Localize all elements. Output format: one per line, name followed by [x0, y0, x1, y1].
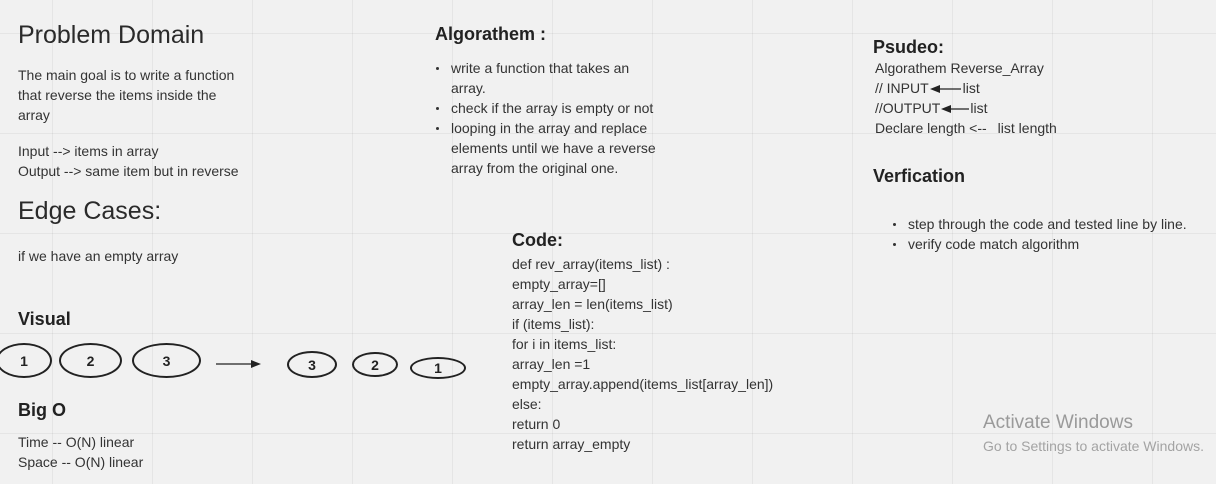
code-line: else:	[512, 396, 542, 412]
array-item-value: 3	[308, 356, 316, 373]
left-arrow-icon	[929, 85, 961, 94]
left-arrow-icon	[941, 105, 970, 114]
activate-windows-title: Activate Windows	[983, 412, 1133, 433]
big-o-details: Time -- O(N) linear Space -- O(N) linear	[18, 432, 143, 472]
algorithm-steps: write a function that takes an array. ch…	[434, 58, 656, 178]
verification-step: verify code match algorithm	[891, 234, 1216, 254]
code-line: array_len =1	[512, 356, 591, 372]
output-line: Output --> same item but in reverse	[18, 163, 239, 179]
code-line: empty_array.append(items_list[array_len]…	[512, 376, 774, 392]
verification-title: Verfication	[873, 166, 966, 186]
right-arrow-icon	[216, 360, 261, 368]
pseudo-block: Algorathem Reverse_Array // INPUT list //…	[875, 58, 1057, 138]
array-item-value: 2	[371, 356, 379, 373]
time-complexity: Time -- O(N) linear	[18, 434, 135, 450]
pseudo-output-line: //OUTPUT list	[875, 98, 1057, 118]
space-complexity: Space -- O(N) linear	[18, 454, 144, 470]
visual-title: Visual	[18, 309, 71, 329]
problem-domain-title: Problem Domain	[18, 21, 205, 49]
pseudo-input-value: list	[962, 80, 980, 96]
edge-cases-title: Edge Cases:	[18, 197, 162, 225]
problem-domain-goal: The main goal is to write a function tha…	[18, 65, 234, 125]
activate-windows-subtitle: Go to Settings to activate Windows.	[983, 438, 1204, 454]
array-item-after-2: 2	[352, 352, 398, 377]
pseudo-declare-line: Declare length <-- list length	[875, 118, 1057, 138]
pseudo-title: Psudeo:	[873, 37, 945, 57]
goal-line: The main goal is to write a function	[18, 67, 235, 83]
goal-line: that reverse the items inside the	[18, 87, 217, 103]
code-block: def rev_array(items_list) : empty_array=…	[512, 254, 773, 454]
array-item-after-3: 1	[410, 357, 466, 379]
array-item-value: 1	[20, 352, 28, 369]
code-line: def rev_array(items_list) :	[512, 256, 670, 272]
code-title: Code:	[512, 230, 563, 250]
code-line: array_len = len(items_list)	[512, 296, 673, 312]
edge-cases-text: if we have an empty array	[18, 248, 179, 264]
pseudo-declare-value: list length	[997, 120, 1057, 136]
big-o-title: Big O	[18, 400, 66, 420]
problem-domain-io: Input --> items in array Output --> same…	[18, 141, 239, 181]
algorithm-step: check if the array is empty or not	[434, 98, 656, 118]
code-line: return 0	[512, 416, 561, 432]
pseudo-input-label: // INPUT	[875, 80, 929, 96]
pseudo-line: Algorathem Reverse_Array	[875, 60, 1044, 76]
array-item-before-1: 1	[0, 343, 52, 378]
verification-steps: step through the code and tested line by…	[891, 214, 1216, 254]
algorithm-step: looping in the array and replace element…	[434, 118, 656, 178]
array-item-before-2: 2	[59, 343, 122, 378]
input-line: Input --> items in array	[18, 143, 159, 159]
code-line: if (items_list):	[512, 316, 595, 332]
array-item-value: 2	[86, 352, 95, 369]
verification-step: step through the code and tested line by…	[891, 214, 1216, 234]
array-item-value: 1	[434, 360, 442, 376]
code-line: for i in items_list:	[512, 336, 617, 352]
algorithm-step: write a function that takes an array.	[434, 58, 656, 98]
array-item-before-3: 3	[132, 343, 201, 378]
pseudo-input-line: // INPUT list	[875, 78, 1057, 98]
pseudo-output-label: //OUTPUT	[875, 100, 941, 116]
algorithm-title: Algorathem :	[435, 24, 547, 44]
array-item-value: 3	[162, 352, 171, 369]
pseudo-output-value: list	[970, 100, 988, 116]
code-line: return array_empty	[512, 436, 631, 452]
code-line: empty_array=[]	[512, 276, 606, 292]
goal-line: array	[18, 107, 50, 123]
array-item-after-1: 3	[287, 351, 337, 378]
pseudo-declare-label: Declare length <--	[875, 120, 987, 136]
